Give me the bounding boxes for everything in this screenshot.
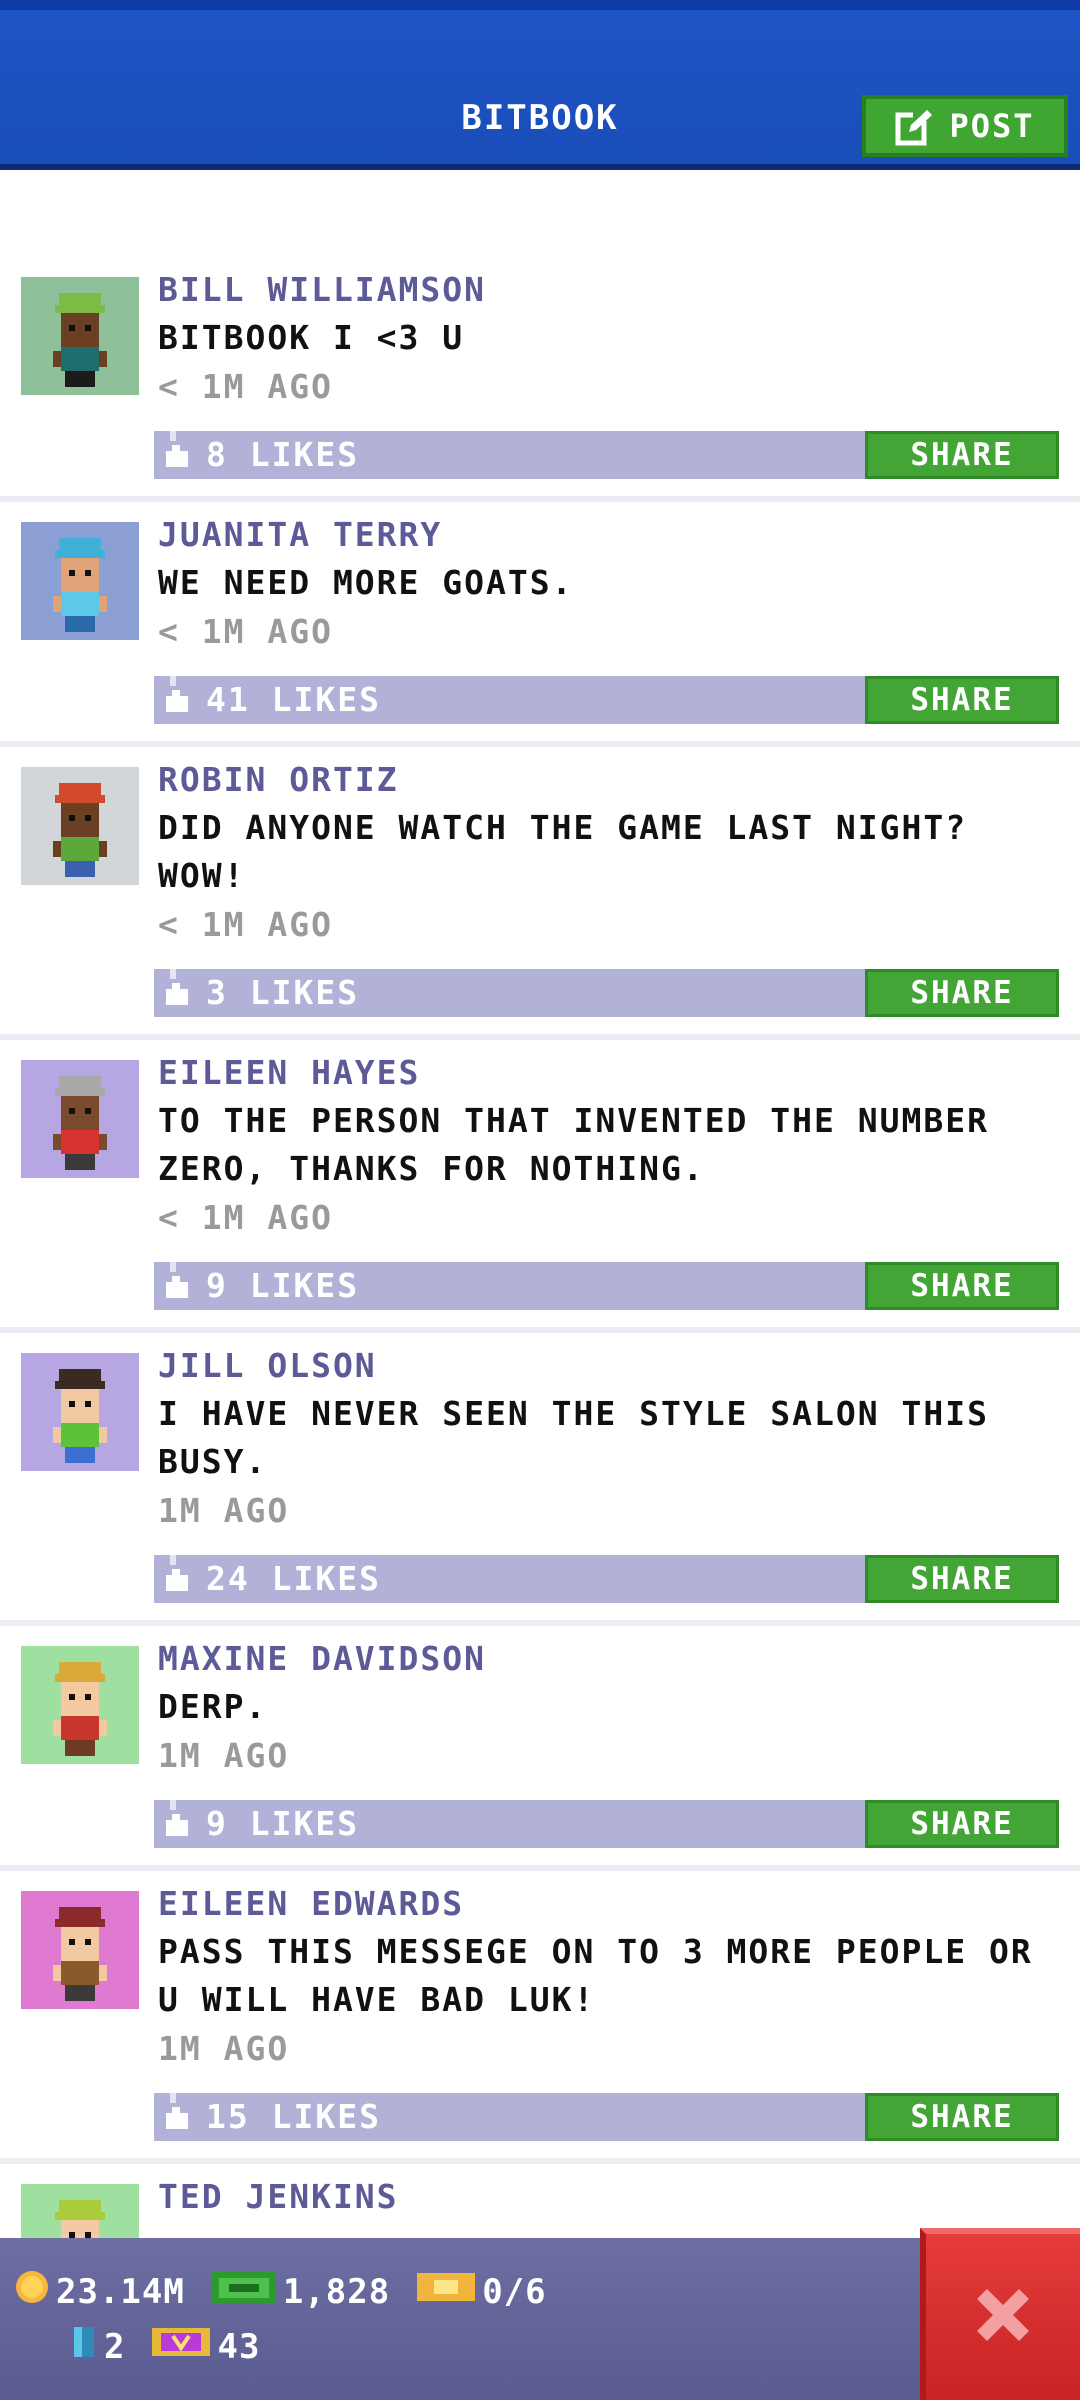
likes-bar: 9 LIKES SHARE [154, 1262, 1059, 1310]
likes-bar: 15 LIKES SHARE [154, 2093, 1059, 2141]
share-button[interactable]: SHARE [865, 969, 1059, 1017]
close-icon [967, 2279, 1039, 2355]
vip-counter: 43 [151, 2324, 260, 2369]
avatar[interactable] [21, 522, 139, 640]
feed-post: JUANITA TERRY WE NEED MORE GOATS. < 1M A… [0, 502, 1080, 747]
likes-count: 9 LIKES [206, 1266, 360, 1305]
feed-post: EILEEN HAYES TO THE PERSON THAT INVENTED… [0, 1040, 1080, 1333]
thumbs-up-icon [162, 676, 192, 724]
resource-hud: 23.14M 1,828 0/6 2 43 [0, 2238, 1080, 2400]
thumbs-up-icon [162, 1555, 192, 1603]
post-author-name[interactable]: EILEEN EDWARDS [158, 1884, 464, 1923]
avatar[interactable] [21, 1891, 139, 2009]
item-icon [70, 2324, 98, 2369]
tickets-value: 0/6 [482, 2271, 547, 2312]
post-text: WE NEED MORE GOATS. [158, 563, 574, 602]
post-author-name[interactable]: JUANITA TERRY [158, 515, 442, 554]
share-button[interactable]: SHARE [865, 1555, 1059, 1603]
tickets-counter: 0/6 [416, 2269, 546, 2314]
hud-bottom-row: 2 43 [70, 2324, 286, 2369]
feed-post: MAXINE DAVIDSON DERP. 1M AGO 9 LIKES SHA… [0, 1626, 1080, 1871]
post-timestamp: 1M AGO [158, 1736, 290, 1775]
likes-count: 41 LIKES [206, 680, 381, 719]
bitbook-feed[interactable]: BILL WILLIAMSON BITBOOK I <3 U < 1M AGO … [0, 170, 1080, 2364]
coin-icon [14, 2269, 50, 2314]
thumbs-up-icon [162, 431, 192, 479]
likes-count: 15 LIKES [206, 2097, 381, 2136]
thumbs-up-icon [162, 2093, 192, 2141]
items-counter: 2 [70, 2324, 125, 2369]
likes-bar: 3 LIKES SHARE [154, 969, 1059, 1017]
likes-bar: 41 LIKES SHARE [154, 676, 1059, 724]
thumbs-up-icon [162, 1800, 192, 1848]
post-text: BITBOOK I <3 U [158, 318, 465, 357]
share-button[interactable]: SHARE [865, 2093, 1059, 2141]
post-author-name[interactable]: MAXINE DAVIDSON [158, 1639, 486, 1678]
bux-value: 1,828 [282, 2271, 391, 2312]
items-value: 2 [104, 2326, 126, 2367]
compose-icon [895, 106, 935, 146]
post-timestamp: 1M AGO [158, 2029, 290, 2068]
avatar[interactable] [21, 1646, 139, 1764]
feed-post: EILEEN EDWARDS PASS THIS MESSEGE ON TO 3… [0, 1871, 1080, 2164]
likes-bar: 9 LIKES SHARE [154, 1800, 1059, 1848]
share-button[interactable]: SHARE [865, 1800, 1059, 1848]
hud-top-row: 23.14M 1,828 0/6 [14, 2268, 573, 2315]
share-button[interactable]: SHARE [865, 1262, 1059, 1310]
feed-post: JILL OLSON I HAVE NEVER SEEN THE STYLE S… [0, 1333, 1080, 1626]
post-text: PASS THIS MESSEGE ON TO 3 MORE PEOPLE OR… [158, 1932, 1033, 2019]
avatar[interactable] [21, 1060, 139, 1178]
likes-bar: 24 LIKES SHARE [154, 1555, 1059, 1603]
likes-count: 3 LIKES [206, 973, 360, 1012]
post-author-name[interactable]: TED JENKINS [158, 2177, 399, 2216]
post-author-name[interactable]: EILEEN HAYES [158, 1053, 420, 1092]
post-author-name[interactable]: ROBIN ORTIZ [158, 760, 399, 799]
share-button[interactable]: SHARE [865, 676, 1059, 724]
post-author-name[interactable]: BILL WILLIAMSON [158, 270, 486, 309]
share-button[interactable]: SHARE [865, 431, 1059, 479]
post-timestamp: 1M AGO [158, 1491, 290, 1530]
ticket-icon [416, 2269, 476, 2314]
avatar[interactable] [21, 277, 139, 395]
post-text: DID ANYONE WATCH THE GAME LAST NIGHT? WO… [158, 808, 968, 895]
bux-icon [211, 2268, 277, 2315]
post-author-name[interactable]: JILL OLSON [158, 1346, 377, 1385]
likes-bar: 8 LIKES SHARE [154, 431, 1059, 479]
post-timestamp: < 1M AGO [158, 1198, 333, 1237]
likes-count: 9 LIKES [206, 1804, 360, 1843]
feed-post: ROBIN ORTIZ DID ANYONE WATCH THE GAME LA… [0, 747, 1080, 1040]
post-button-label: POST [949, 107, 1035, 145]
post-timestamp: < 1M AGO [158, 367, 333, 406]
bux-counter: 1,828 [211, 2268, 390, 2315]
app-header: BITBOOK POST [0, 0, 1080, 170]
post-text: I HAVE NEVER SEEN THE STYLE SALON THIS B… [158, 1394, 989, 1481]
close-button[interactable] [920, 2228, 1080, 2400]
feed-post: BILL WILLIAMSON BITBOOK I <3 U < 1M AGO … [0, 170, 1080, 502]
coins-counter: 23.14M [14, 2269, 185, 2314]
likes-count: 8 LIKES [206, 435, 360, 474]
coins-value: 23.14M [56, 2271, 185, 2312]
post-timestamp: < 1M AGO [158, 905, 333, 944]
thumbs-up-icon [162, 1262, 192, 1310]
likes-count: 24 LIKES [206, 1559, 381, 1598]
avatar[interactable] [21, 1353, 139, 1471]
post-text: DERP. [158, 1687, 268, 1726]
vip-ticket-icon [151, 2324, 211, 2369]
avatar[interactable] [21, 767, 139, 885]
vip-value: 43 [217, 2326, 261, 2367]
post-text: TO THE PERSON THAT INVENTED THE NUMBER Z… [158, 1101, 989, 1188]
thumbs-up-icon [162, 969, 192, 1017]
post-timestamp: < 1M AGO [158, 612, 333, 651]
post-button[interactable]: POST [862, 95, 1068, 157]
